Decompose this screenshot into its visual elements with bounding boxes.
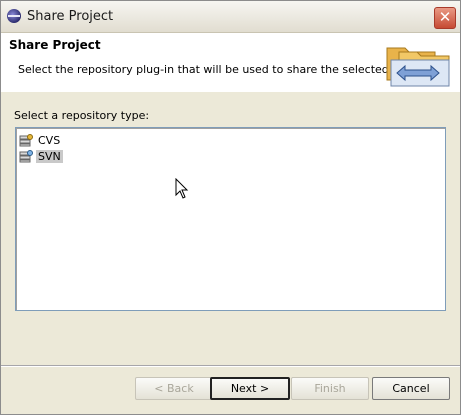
share-folder-icon (386, 47, 450, 87)
list-item-label: CVS (38, 133, 61, 147)
wizard-content: Select a repository type: CVS SVN (1, 92, 460, 365)
eclipse-icon (7, 9, 21, 23)
repository-icon (19, 133, 33, 146)
window-title: Share Project (27, 9, 114, 24)
close-button[interactable]: ✕ (434, 7, 456, 29)
share-project-dialog: Share Project ✕ Share Project Select the… (0, 0, 461, 415)
repository-type-label: Select a repository type: (14, 109, 150, 122)
next-button[interactable]: Next > (210, 377, 290, 400)
page-description: Select the repository plug-in that will … (18, 63, 434, 76)
mouse-pointer-icon (175, 178, 189, 199)
button-bar-separator-highlight (1, 366, 460, 367)
cancel-button[interactable]: Cancel (372, 377, 450, 400)
title-bar[interactable]: Share Project ✕ (1, 1, 460, 33)
repository-type-list[interactable]: CVS SVN (15, 127, 446, 311)
list-item-cvs[interactable]: CVS (19, 132, 62, 148)
page-title: Share Project (9, 38, 101, 52)
finish-button[interactable]: Finish (291, 377, 369, 400)
list-item-svn[interactable]: SVN (19, 148, 63, 164)
repository-icon (19, 149, 33, 162)
wizard-header: Share Project Select the repository plug… (1, 33, 460, 92)
back-button[interactable]: < Back (135, 377, 213, 400)
list-item-label: SVN (36, 149, 63, 163)
